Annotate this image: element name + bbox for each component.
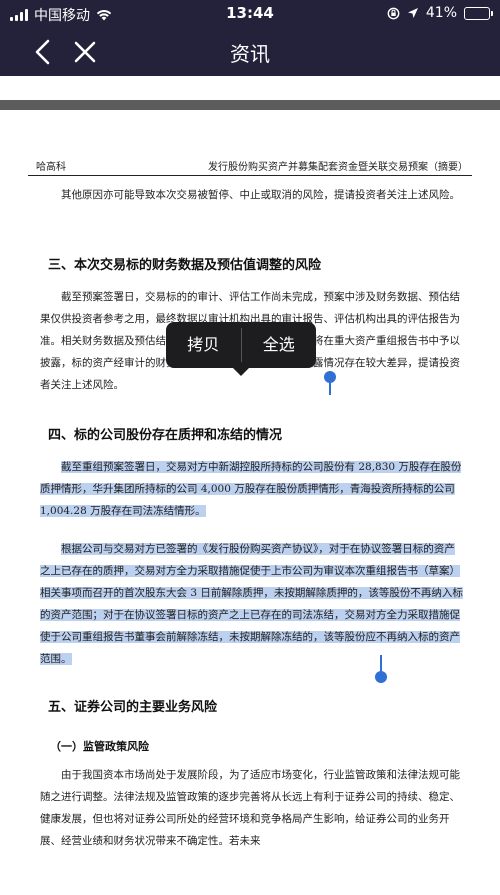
battery-percent: 41% xyxy=(425,5,457,21)
header-company: 哈高科 xyxy=(36,162,66,173)
menu-arrow xyxy=(232,367,250,376)
selected-text-4a[interactable]: 截至重组预案签署日，交易对方中新湖控股所持标的公司股份有 28,830 万股存在… xyxy=(40,461,462,517)
copy-button[interactable]: 拷贝 xyxy=(166,322,241,368)
selected-text-4b[interactable]: 根据公司与交易对方已签署的《发行股份购买资产协议》，对于在协议签署日标的资产之上… xyxy=(40,543,463,665)
header-doc-title: 发行股份购买资产并募集配套资金暨关联交易预案（摘要） xyxy=(208,162,468,173)
selection-end-handle[interactable] xyxy=(375,671,387,683)
paragraph-section-5-1: 由于我国资本市场尚处于发展阶段，为了适应市场变化，行业监管政策和法律法规可能随之… xyxy=(40,769,460,847)
paragraph-section-4b[interactable]: 根据公司与交易对方已签署的《发行股份购买资产协议》，对于在协议签署日标的资产之上… xyxy=(40,538,464,670)
heading-section-4: 四、标的公司股份存在质押和冻结的情况 xyxy=(48,428,283,443)
location-icon xyxy=(407,8,418,18)
heading-section-5-1: （一）监管政策风险 xyxy=(50,740,149,753)
status-right: 41% xyxy=(387,5,493,21)
paragraph-section-4a[interactable]: 截至重组预案签署日，交易对方中新湖控股所持标的公司股份有 28,830 万股存在… xyxy=(40,456,464,522)
document-header: 哈高科 发行股份购买资产并募集配套资金暨关联交易预案（摘要） xyxy=(28,154,472,176)
status-bar: 中国移动 13:44 41% xyxy=(0,0,500,28)
selection-start-caret xyxy=(329,377,331,395)
heading-section-5: 五、证券公司的主要业务风险 xyxy=(48,700,218,715)
nav-bar: 资讯 xyxy=(0,28,500,76)
heading-section-3: 三、本次交易标的财务数据及预估值调整的风险 xyxy=(48,258,322,273)
document-top-border xyxy=(0,100,500,110)
paragraph-intro: 其他原因亦可能导致本次交易被暂停、中止或取消的风险，提请投资者关注上述风险。 xyxy=(61,189,460,201)
page-title: 资讯 xyxy=(230,42,270,66)
rotation-lock-icon xyxy=(387,7,400,19)
text-selection-menu: 拷贝 全选 xyxy=(166,322,317,376)
battery-icon xyxy=(464,6,493,20)
select-all-button[interactable]: 全选 xyxy=(242,322,317,368)
